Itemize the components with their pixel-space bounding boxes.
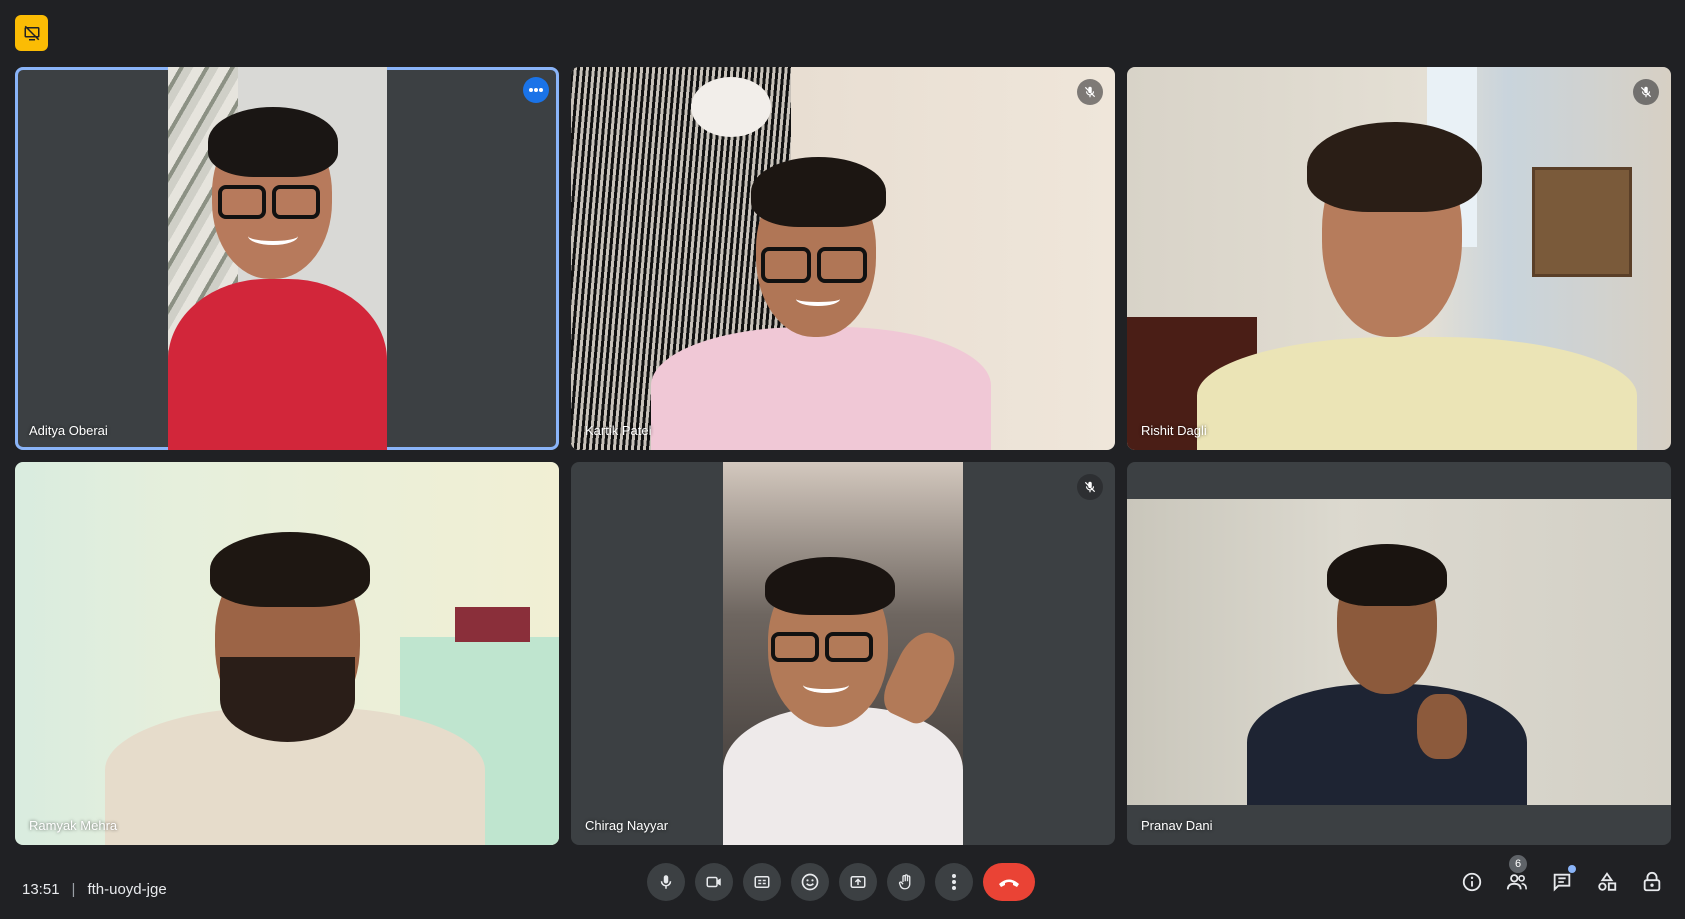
person-body (1197, 337, 1637, 450)
participant-tile-chirag[interactable]: Chirag Nayyar (571, 462, 1115, 845)
activities-icon (1597, 872, 1616, 891)
separator: | (71, 881, 76, 898)
present-icon (850, 876, 866, 888)
mic-icon (660, 875, 672, 889)
present-button[interactable] (839, 863, 877, 901)
participant-tile-rishit[interactable]: Rishit Dagli (1127, 67, 1671, 450)
pinboard (1532, 167, 1632, 277)
side-panel-controls: 6 (1458, 855, 1665, 897)
smile (803, 677, 849, 693)
activities-button[interactable] (1593, 867, 1620, 897)
lamp (691, 77, 771, 137)
hangup-icon (999, 879, 1019, 887)
chat-icon (1553, 873, 1570, 892)
glasses (761, 247, 867, 283)
participant-name: Pranav Dani (1141, 818, 1213, 833)
chat-button[interactable] (1548, 865, 1576, 897)
person-hair (210, 532, 370, 607)
presentation-off-badge[interactable] (15, 15, 48, 51)
thumbs-up-hand (1417, 694, 1467, 759)
video-feed (168, 67, 387, 450)
participant-name: Ramyak Mehra (29, 818, 118, 833)
leave-call-button[interactable] (983, 863, 1035, 901)
meeting-details: 13:51 | fth-uoyd-jge (22, 881, 167, 898)
video-feed (723, 462, 963, 845)
call-controls (647, 863, 1035, 901)
glasses (218, 185, 320, 219)
person-body (168, 279, 387, 450)
participant-tile-aditya[interactable]: Aditya Oberai (15, 67, 559, 450)
more-options-button[interactable] (935, 863, 973, 901)
person-body (651, 327, 991, 450)
video-feed (1127, 67, 1671, 450)
mic-off-icon (1084, 86, 1096, 98)
camera-button[interactable] (695, 863, 733, 901)
presentation-off-icon (24, 25, 39, 41)
host-controls-button[interactable] (1638, 867, 1665, 897)
person-hair (1307, 122, 1482, 212)
book-stack (455, 607, 530, 642)
person-body (1247, 684, 1527, 805)
participant-name: Chirag Nayyar (585, 818, 669, 833)
meeting-details-button[interactable] (1458, 867, 1485, 897)
participant-tile-ramyak[interactable]: Ramyak Mehra (15, 462, 559, 845)
info-icon (1462, 872, 1481, 892)
reactions-button[interactable] (791, 863, 829, 901)
participant-name: Aditya Oberai (29, 423, 108, 438)
more-options-icon (529, 88, 543, 92)
video-feed (571, 67, 1115, 450)
microphone-button[interactable] (647, 863, 685, 901)
call-control-bar: 13:51 | fth-uoyd-jge 6 (0, 855, 1685, 919)
smile (796, 292, 840, 306)
mic-off-icon (1084, 481, 1096, 493)
video-feed (1127, 499, 1671, 805)
raise-hand-button[interactable] (887, 863, 925, 901)
glasses (771, 632, 873, 662)
person-body (723, 707, 963, 845)
smile (248, 227, 298, 245)
participant-tile-pranav[interactable]: Pranav Dani (1127, 462, 1671, 845)
hand-icon (898, 874, 911, 890)
mic-off-icon (1640, 86, 1652, 98)
person-hair (1327, 544, 1447, 606)
person-hair (208, 107, 338, 177)
host-controls-icon (1643, 871, 1660, 892)
video-feed (15, 462, 559, 845)
people-count-badge: 6 (1509, 855, 1527, 873)
captions-icon (754, 876, 770, 888)
participant-name: Kartik Patel (585, 423, 652, 438)
mic-off-indicator (1077, 474, 1103, 500)
mic-off-indicator (1077, 79, 1103, 105)
participant-tile-kartik[interactable]: Kartik Patel (571, 67, 1115, 450)
meeting-time: 13:51 (22, 881, 60, 898)
emoji-icon (801, 873, 819, 891)
people-icon (1506, 874, 1527, 890)
meeting-code: fth-uoyd-jge (87, 881, 167, 898)
participant-name: Rishit Dagli (1141, 423, 1207, 438)
participant-grid: Aditya Oberai Kartik Patel Rishit Dagli … (15, 67, 1671, 845)
more-vert-icon (952, 874, 956, 890)
person-hair (765, 557, 895, 615)
people-button[interactable]: 6 (1503, 855, 1530, 897)
person-hair (751, 157, 886, 227)
mic-off-indicator (1633, 79, 1659, 105)
chat-unread-dot (1568, 865, 1576, 873)
beard (220, 657, 355, 742)
more-options-button[interactable] (523, 77, 549, 103)
captions-button[interactable] (743, 863, 781, 901)
camera-icon (706, 876, 721, 888)
